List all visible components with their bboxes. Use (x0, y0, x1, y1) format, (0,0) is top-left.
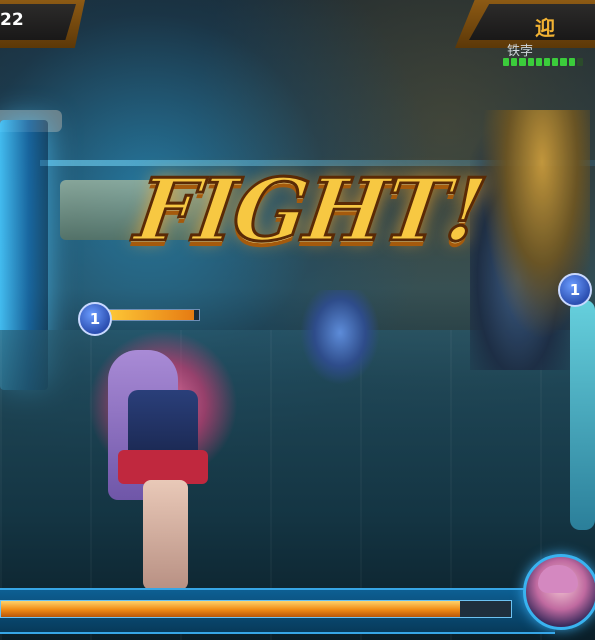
enemy-hp-segment (503, 58, 510, 66)
character-legs (143, 480, 188, 590)
enemy-name: 铁孛 (507, 44, 534, 59)
ally-level-text: 1 (569, 281, 581, 299)
enemy-robot (300, 290, 380, 385)
player-hp-fill (1, 601, 460, 617)
enemy-hp-segment (511, 58, 518, 66)
opponent-label: 迎 (535, 16, 555, 40)
round-timer: 22 (0, 10, 24, 30)
ally-level-badge: 1 (558, 273, 592, 307)
fight-text: FIGHT! (129, 158, 492, 262)
ally-character (570, 300, 595, 530)
character-skirt (118, 450, 208, 484)
player-level-text: 1 (89, 310, 101, 328)
enemy-hp-segment (560, 58, 567, 66)
enemy-hp-bar (503, 58, 584, 66)
portrait-hair (538, 565, 578, 593)
character-portrait-icon[interactable] (523, 554, 595, 630)
enemy-hp-segment (576, 58, 584, 66)
enemy-hp-segment (568, 58, 575, 66)
fight-banner: FIGHT! (120, 150, 500, 270)
player-level-badge: 1 (78, 302, 112, 336)
player-hud (0, 554, 595, 640)
enemy-hp-segment (527, 58, 534, 66)
enemy-hp-segment (544, 58, 551, 66)
enemy-hp-segment (519, 58, 526, 66)
enemy-hp-segment (552, 58, 559, 66)
player-character (88, 330, 238, 590)
player-unit-hp-fill (101, 310, 195, 320)
enemy-hp-segment (535, 58, 543, 66)
player-unit-hp-bar (100, 309, 200, 321)
player-hp-bar (0, 600, 512, 618)
